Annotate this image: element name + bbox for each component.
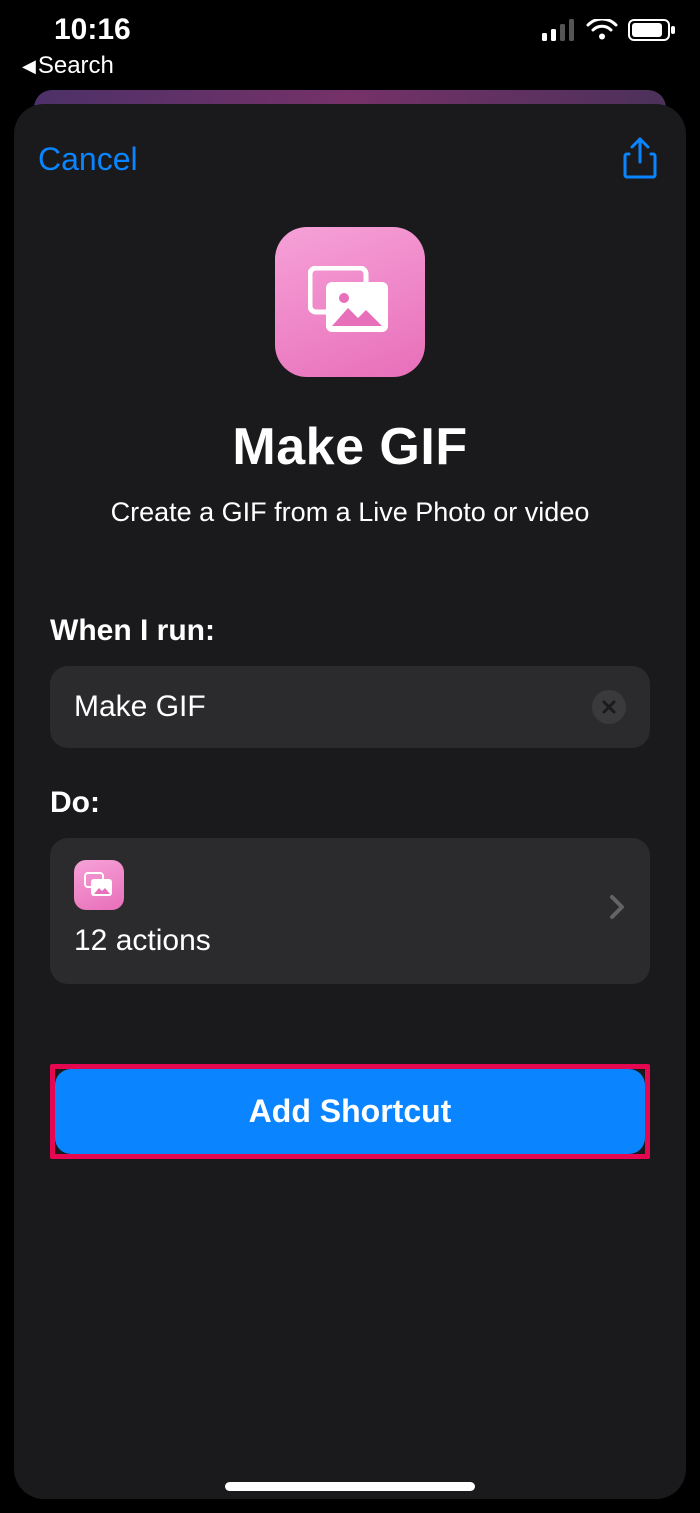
back-to-search[interactable]: ◀ Search	[22, 52, 114, 80]
actions-mini-icon	[74, 860, 124, 910]
actions-count: 12 actions	[74, 924, 211, 958]
modal-sheet: Cancel Make GIF Create a GIF from a Live…	[14, 104, 686, 1499]
do-label: Do:	[50, 786, 650, 820]
actions-row[interactable]: 12 actions	[50, 838, 650, 984]
back-caret-icon: ◀	[22, 56, 36, 77]
cta-highlight: Add Shortcut	[50, 1064, 650, 1159]
home-indicator[interactable]	[225, 1482, 475, 1491]
share-button[interactable]	[618, 132, 662, 187]
shortcut-hero: Make GIF Create a GIF from a Live Photo …	[14, 197, 686, 536]
photos-icon	[308, 266, 392, 338]
back-label: Search	[38, 52, 114, 80]
run-name-field[interactable]: Make GIF	[50, 666, 650, 748]
shortcut-app-icon	[275, 227, 425, 377]
status-time: 10:16	[54, 13, 131, 47]
do-section: Do: 12 actions	[14, 748, 686, 984]
clear-run-name-button[interactable]	[592, 690, 626, 724]
run-name-value: Make GIF	[74, 690, 206, 724]
actions-row-content: 12 actions	[74, 860, 211, 958]
shortcut-subtitle: Create a GIF from a Live Photo or video	[111, 497, 590, 528]
chevron-right-icon	[608, 893, 626, 926]
status-bar: 10:16	[0, 0, 700, 60]
sheet-toolbar: Cancel	[14, 104, 686, 197]
cellular-icon	[542, 19, 576, 41]
when-i-run-label: When I run:	[50, 614, 650, 648]
status-indicators	[542, 19, 676, 41]
photos-icon	[84, 872, 114, 898]
cta-area: Add Shortcut	[14, 1064, 686, 1159]
cancel-button[interactable]: Cancel	[38, 141, 138, 178]
add-shortcut-button[interactable]: Add Shortcut	[55, 1069, 645, 1154]
shortcut-title: Make GIF	[232, 417, 467, 477]
wifi-icon	[586, 19, 618, 41]
battery-icon	[628, 19, 676, 41]
close-icon	[602, 700, 616, 714]
share-icon	[622, 136, 658, 180]
when-i-run-section: When I run: Make GIF	[14, 536, 686, 748]
